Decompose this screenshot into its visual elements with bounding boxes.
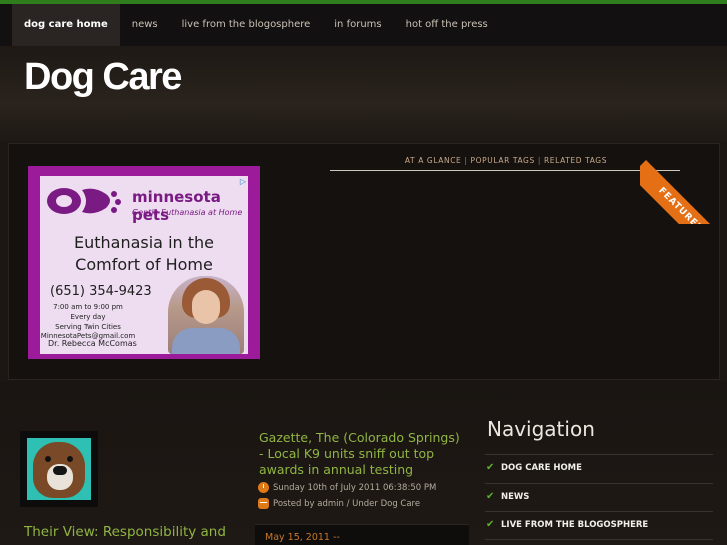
sidebar-item-label: DOG CARE HOME <box>501 463 582 473</box>
sidebar-title: Navigation <box>487 417 595 441</box>
sidebar-item-label: NEWS <box>501 492 530 502</box>
ad-area: Serving Twin Cities <box>55 323 121 331</box>
boxer-dog-image <box>27 438 91 500</box>
check-icon: ✔ <box>486 491 495 502</box>
tab-popular-tags[interactable]: POPULAR TAGS <box>471 156 535 165</box>
post-date-row: Sunday 10th of July 2011 06:38:50 PM <box>258 481 436 494</box>
ad-phone: (651) 354-9423 <box>50 284 152 299</box>
post-byline-row: Posted by admin / Under Dog Care <box>258 497 420 510</box>
sidebar-item-news[interactable]: ✔ NEWS <box>486 491 530 503</box>
sidebar-item-label: LIVE FROM THE BLOGOSPHERE <box>501 520 649 530</box>
sidebar-item-dog-care-home[interactable]: ✔ DOG CARE HOME <box>486 462 582 474</box>
ad-hours: 7:00 am to 9:00 pm <box>53 303 123 311</box>
ad-brand: minnesota pets <box>132 188 221 224</box>
minnesota-pets-logo-icon <box>47 188 121 214</box>
nav-dog-care-home[interactable]: dog care home <box>12 4 120 46</box>
top-navigation: dog care home news live from the blogosp… <box>0 4 727 46</box>
ad-headline: Euthanasia in the Comfort of Home <box>40 232 248 276</box>
ad-tagline: Gentle Euthanasia at Home <box>132 208 243 217</box>
clock-icon <box>258 482 269 493</box>
next-post-date: May 15, 2011 -- <box>265 532 340 543</box>
tab-at-a-glance[interactable]: AT A GLANCE <box>405 156 462 165</box>
post-thumbnail[interactable] <box>20 431 98 507</box>
featured-ribbon: FEATURED <box>640 142 722 224</box>
check-icon: ✔ <box>486 519 495 530</box>
featured-ribbon-label: FEATURED <box>640 160 722 224</box>
sidebar-divider <box>485 511 713 512</box>
post-byline: Posted by admin / Under Dog Care <box>273 498 421 509</box>
nav-in-forums[interactable]: in forums <box>322 4 393 46</box>
post-date: Sunday 10th of July 2011 06:38:50 PM <box>273 482 437 493</box>
advertisement[interactable]: ▷ minnesota pets Gentle Euthanasia at Ho… <box>28 166 260 359</box>
tabs-divider <box>330 170 680 171</box>
post-title[interactable]: Gazette, The (Colorado Springs) - Local … <box>259 430 465 478</box>
sidebar-divider <box>485 483 713 484</box>
site-title[interactable]: Dog Care <box>24 56 182 99</box>
ad-headline-line-1: Euthanasia in the <box>73 233 214 252</box>
ad-photo <box>168 276 244 354</box>
featured-tabs: AT A GLANCE | POPULAR TAGS | RELATED TAGS <box>404 156 608 165</box>
ad-headline-line-2: Comfort of Home <box>75 255 213 274</box>
nav-news[interactable]: news <box>120 4 170 46</box>
check-icon: ✔ <box>486 462 495 473</box>
tab-related-tags[interactable]: RELATED TAGS <box>544 156 607 165</box>
sidebar-item-live-from-the-blogosphere[interactable]: ✔ LIVE FROM THE BLOGOSPHERE <box>486 519 649 531</box>
comment-icon <box>258 498 269 509</box>
left-post-title[interactable]: Their View: Responsibility and <box>24 523 234 541</box>
sidebar-divider <box>485 539 713 540</box>
sidebar-divider <box>485 454 713 455</box>
ad-content: ▷ minnesota pets Gentle Euthanasia at Ho… <box>40 176 248 354</box>
ad-choices-icon[interactable]: ▷ <box>240 177 246 186</box>
next-post-date-box: May 15, 2011 -- <box>255 524 469 545</box>
ad-days: Every day <box>70 313 106 321</box>
ad-doctor: Dr. Rebecca McComas <box>48 339 137 348</box>
nav-live-from-the-blogosphere[interactable]: live from the blogosphere <box>170 4 323 46</box>
nav-hot-off-the-press[interactable]: hot off the press <box>394 4 500 46</box>
